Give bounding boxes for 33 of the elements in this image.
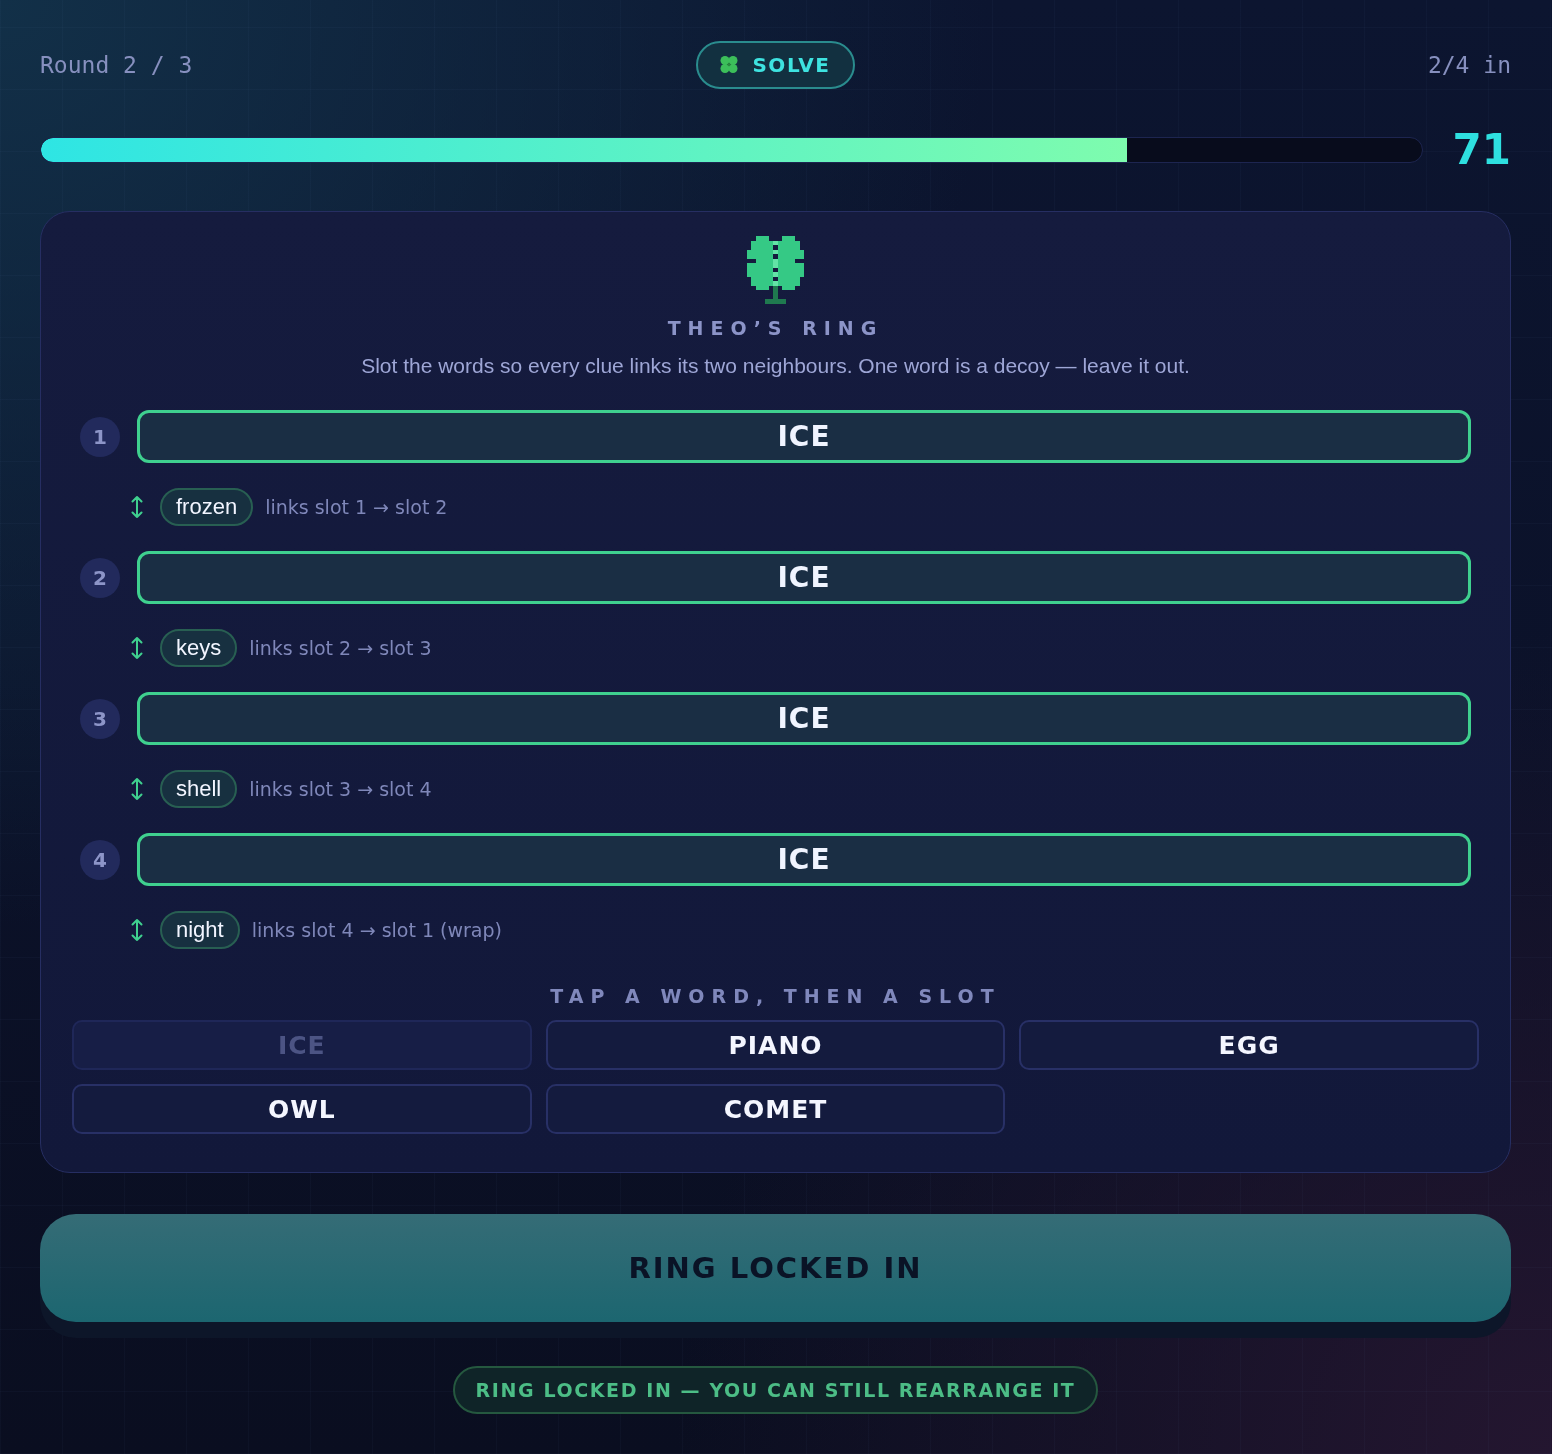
instructions-text: Slot the words so every clue links its two neighbours. One word is a decoy — leave it out. [361, 353, 1190, 379]
clue-chip: frozen [160, 488, 254, 526]
link-text: links slot 3 → slot 4 [249, 778, 432, 800]
puzzle-title: THEO’S RING [667, 316, 884, 340]
clover-icon [747, 236, 804, 304]
word-bank-label: TAP A WORD, THEN A SLOT [550, 984, 1001, 1008]
status-pill: RING LOCKED IN — YOU CAN STILL REARRANGE IT [452, 1366, 1099, 1414]
word-tile[interactable]: PIANO [545, 1020, 1006, 1070]
word-tile[interactable]: OWL [72, 1084, 532, 1134]
up-down-arrow-icon [131, 777, 143, 801]
slot-number: 2 [80, 557, 120, 598]
word-slot[interactable]: ICE [137, 833, 1471, 886]
up-down-arrow-icon [131, 636, 143, 660]
slot-number: 1 [80, 416, 120, 457]
clue-chip: night [160, 911, 240, 949]
word-tile[interactable]: COMET [545, 1084, 1006, 1134]
link-text: links slot 2 → slot 3 [249, 637, 432, 659]
clue-chip: keys [160, 629, 238, 667]
link-text: links slot 1 → slot 2 [265, 496, 448, 518]
slot-number: 4 [80, 839, 120, 880]
round-counter: Round 2 / 3 [40, 52, 194, 78]
mode-label: SOLVE [752, 53, 831, 77]
word-slot[interactable]: ICE [137, 410, 1471, 463]
up-down-arrow-icon [131, 918, 143, 942]
word-tile[interactable]: EGG [1019, 1020, 1479, 1070]
up-down-arrow-icon [131, 495, 143, 519]
word-slot[interactable]: ICE [137, 692, 1471, 745]
clue-chip: shell [160, 770, 238, 808]
score-value: 71 [1452, 129, 1511, 171]
word-slot[interactable]: ICE [137, 551, 1471, 604]
placed-counter: 2/4 in [1427, 52, 1511, 78]
link-text: links slot 4 → slot 1 (wrap) [251, 919, 502, 941]
slot-number: 3 [80, 698, 120, 739]
